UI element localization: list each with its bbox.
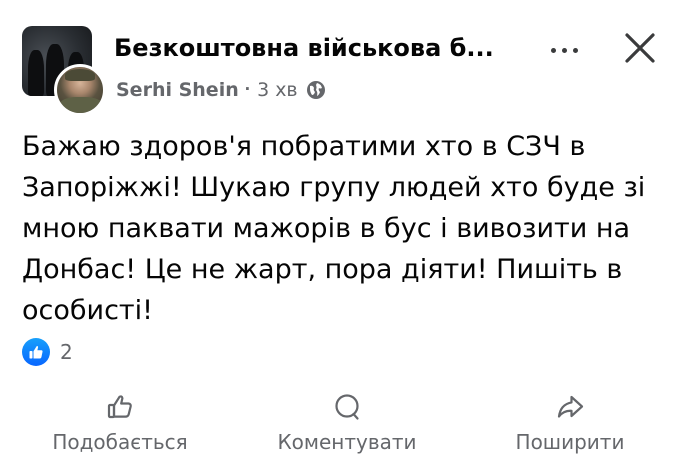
post-card: Безкоштовна військова б... Serhi Shein ·… [0,0,680,465]
post-header: Безкоштовна військова б... Serhi Shein ·… [22,26,662,116]
more-dot-icon [572,47,578,53]
post-time[interactable]: 3 хв [257,79,298,101]
thumbs-up-icon [107,395,132,419]
comment-button[interactable]: Коментувати [262,388,432,458]
more-options-button[interactable] [542,38,586,62]
like-button-label: Подобається [52,430,188,454]
avatar-group[interactable] [22,26,106,116]
post-message: Бажаю здоров'я побратими хто в СЗЧ в Зап… [22,131,646,326]
author-name[interactable]: Serhi Shein [116,79,239,101]
share-icon [557,395,584,418]
meta-separator: · [244,79,252,100]
post-meta: Serhi Shein · 3 хв [116,78,326,102]
like-button[interactable]: Подобається [40,388,200,458]
more-dot-icon [561,47,567,53]
share-button[interactable]: Поширити [500,388,640,458]
user-avatar[interactable] [54,64,106,116]
globe-icon [306,81,325,99]
comment-icon [335,394,359,420]
action-bar: Подобається Коментувати Поширити [0,388,680,458]
share-button-label: Поширити [515,430,625,454]
group-name[interactable]: Безкоштовна військова б... [114,34,524,62]
like-icon [22,338,50,366]
reaction-count: 2 [60,340,73,364]
more-dot-icon [550,47,556,53]
close-icon[interactable] [618,26,662,70]
reaction-summary[interactable]: 2 [22,338,73,366]
comment-button-label: Коментувати [277,430,417,454]
